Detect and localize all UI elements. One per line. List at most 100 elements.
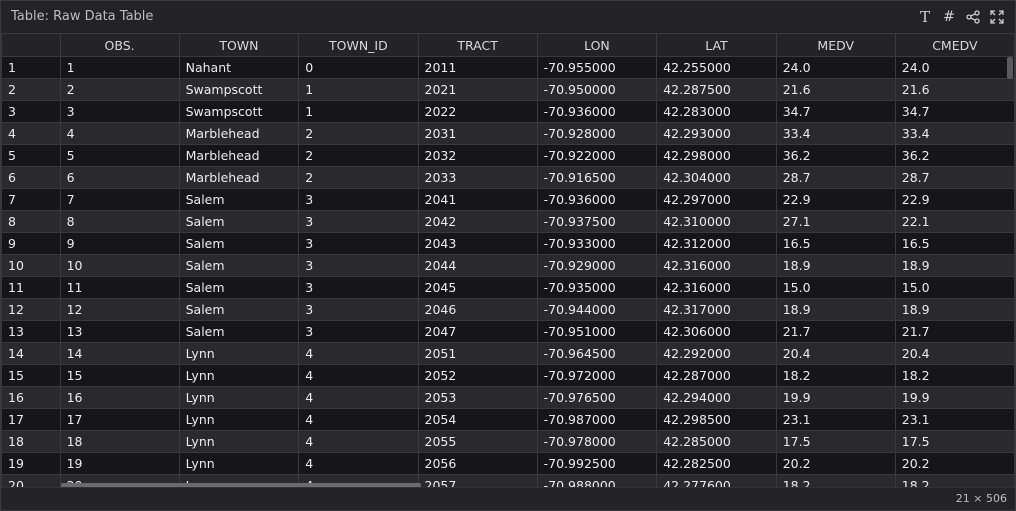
table-cell[interactable]: 13 [59,320,180,343]
table-cell[interactable]: 18 [59,430,180,453]
table-cell[interactable]: 2021 [417,78,538,101]
table-cell[interactable]: 36.2 [894,144,1015,167]
table-cell[interactable]: -70.916500 [536,166,658,189]
table-cell[interactable]: 3 [298,254,419,277]
table-cell[interactable]: -70.944000 [536,298,658,321]
table-cell[interactable]: Salem [178,320,300,343]
table-cell[interactable]: 34.7 [894,100,1015,123]
table-cell[interactable]: 42.298500 [656,408,777,431]
table-cell[interactable]: 14 [59,342,180,365]
table-cell[interactable]: 24.0 [894,56,1015,79]
table-cell[interactable]: Salem [178,254,300,277]
table-cell[interactable]: 4 [298,452,419,475]
table-cell[interactable]: 28.7 [775,166,896,189]
table-cell[interactable]: 2042 [417,210,538,233]
table-cell[interactable]: -70.988000 [536,474,658,488]
table-cell[interactable]: 2055 [417,430,538,453]
row-index-cell[interactable]: 6 [1,166,61,189]
table-cell[interactable]: 33.4 [775,122,896,145]
row-index-cell[interactable]: 1 [1,56,61,79]
table-cell[interactable]: 42.292000 [656,342,777,365]
table-cell[interactable]: 17.5 [894,430,1015,453]
table-cell[interactable]: -70.936000 [536,188,658,211]
row-index-cell[interactable]: 2 [1,78,61,101]
table-cell[interactable]: -70.950000 [536,78,658,101]
row-index-cell[interactable]: 15 [1,364,61,387]
table-cell[interactable]: 2041 [417,188,538,211]
table-cell[interactable]: 16.5 [775,232,896,255]
table-cell[interactable]: 42.294000 [656,386,777,409]
table-cell[interactable]: 18.2 [775,474,896,488]
table-cell[interactable]: Swampscott [178,78,300,101]
table-cell[interactable]: 33.4 [894,122,1015,145]
table-cell[interactable]: 15 [59,364,180,387]
row-index-cell[interactable]: 12 [1,298,61,321]
table-cell[interactable]: 16.5 [894,232,1015,255]
table-cell[interactable]: 42.285000 [656,430,777,453]
table-cell[interactable]: 42.312000 [656,232,777,255]
row-index-cell[interactable]: 19 [1,452,61,475]
table-cell[interactable]: 7 [59,188,180,211]
table-cell[interactable]: 4 [298,342,419,365]
table-row[interactable]: 7 7 Salem 3 2041 -70.936000 42.297000 22.9 22.9 [1,188,1015,211]
column-header[interactable]: OBS. [59,33,180,57]
table-cell[interactable]: 19 [59,452,180,475]
table-row[interactable]: 17 17 Lynn 4 2054 -70.987000 42.298500 23.1 23.1 [1,408,1015,431]
table-cell[interactable]: -70.922000 [536,144,658,167]
table-row[interactable]: 4 4 Marblehead 2 2031 -70.928000 42.293000 33.4… [1,122,1015,145]
table-cell[interactable]: 1 [298,100,419,123]
table-cell[interactable]: Salem [178,232,300,255]
table-cell[interactable]: 42.277600 [656,474,777,488]
table-cell[interactable]: 1 [59,56,180,79]
table-cell[interactable]: 42.317000 [656,298,777,321]
table-cell[interactable]: 42.316000 [656,254,777,277]
table-cell[interactable]: 42.287500 [656,78,777,101]
table-cell[interactable]: 21.7 [775,320,896,343]
table-cell[interactable]: 9 [59,232,180,255]
table-row[interactable]: 15 15 Lynn 4 2052 -70.972000 42.287000 18.2 18.2 [1,364,1015,387]
table-cell[interactable]: 42.316000 [656,276,777,299]
table-cell[interactable]: 16 [59,386,180,409]
table-row[interactable]: 12 12 Salem 3 2046 -70.944000 42.317000 18.9 18.… [1,298,1015,321]
table-cell[interactable]: 2052 [417,364,538,387]
table-cell[interactable]: 20.4 [775,342,896,365]
row-index-cell[interactable]: 4 [1,122,61,145]
table-row[interactable]: 14 14 Lynn 4 2051 -70.964500 42.292000 20.4 20.4 [1,342,1015,365]
table-cell[interactable]: 2054 [417,408,538,431]
table-cell[interactable]: -70.937500 [536,210,658,233]
table-row[interactable]: 11 11 Salem 3 2045 -70.935000 42.316000 15.0 15.… [1,276,1015,299]
table-cell[interactable]: 21.6 [894,78,1015,101]
column-header[interactable]: MEDV [775,33,896,57]
table-cell[interactable]: 21.7 [894,320,1015,343]
table-cell[interactable]: 5 [59,144,180,167]
table-cell[interactable]: Salem [178,188,300,211]
table-row[interactable]: 2 2 Swampscott 1 2021 -70.950000 42.287500 21.6… [1,78,1015,101]
table-cell[interactable]: -70.936000 [536,100,658,123]
table-cell[interactable]: 2 [298,122,419,145]
table-cell[interactable]: 20.2 [775,452,896,475]
table-cell[interactable]: 1 [298,78,419,101]
vertical-scrollbar[interactable] [1007,57,1013,79]
column-header[interactable]: TRACT [417,33,538,57]
table-cell[interactable]: Lynn [178,430,300,453]
column-header[interactable]: LON [536,33,658,57]
share-icon[interactable] [963,7,983,27]
table-cell[interactable]: 17.5 [775,430,896,453]
row-index-cell[interactable]: 8 [1,210,61,233]
table-cell[interactable]: -70.928000 [536,122,658,145]
row-index-cell[interactable]: 10 [1,254,61,277]
table-cell[interactable]: Swampscott [178,100,300,123]
table-cell[interactable]: 2056 [417,452,538,475]
table-cell[interactable]: 4 [298,386,419,409]
table-cell[interactable]: -70.933000 [536,232,658,255]
table-cell[interactable]: 0 [298,56,419,79]
table-row[interactable]: 1 1 Nahant 0 2011 -70.955000 42.255000 24.0 24.0 [1,56,1015,79]
table-cell[interactable]: 4 [298,364,419,387]
table-cell[interactable]: 18.9 [894,298,1015,321]
table-cell[interactable]: 42.297000 [656,188,777,211]
table-cell[interactable]: 2022 [417,100,538,123]
table-row[interactable]: 9 9 Salem 3 2043 -70.933000 42.312000 16.5 16.5 [1,232,1015,255]
table-cell[interactable]: 2044 [417,254,538,277]
table-cell[interactable]: 2011 [417,56,538,79]
table-cell[interactable]: -70.987000 [536,408,658,431]
